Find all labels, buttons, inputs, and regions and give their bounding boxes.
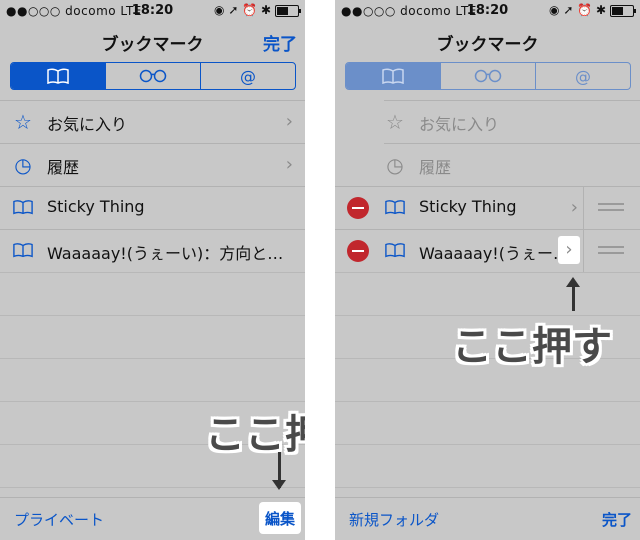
- list-item-label: Waaaaay!(うぇーい)：方向と…: [47, 244, 284, 263]
- bottom-toolbar: 新規フォルダ 完了: [335, 497, 640, 540]
- chevron-right-icon: ›: [285, 111, 293, 132]
- chevron-right-icon[interactable]: ›: [558, 236, 580, 264]
- battery-icon: [275, 5, 301, 17]
- private-button[interactable]: プライベート: [14, 509, 104, 530]
- tab-reading-list[interactable]: [106, 63, 201, 89]
- book-icon: [12, 197, 34, 219]
- bookmark-list: ☆ お気に入り › ◷ 履歴 › Sticky Thing Waaaaay!(う…: [0, 100, 305, 530]
- list-item-bookmark[interactable]: Waaaaay!(うぇーい)：方向と…: [0, 229, 305, 272]
- list-item-history[interactable]: ◷ 履歴 ›: [0, 143, 305, 186]
- glasses-icon: [474, 69, 502, 83]
- list-item-label: Waaaaay!(うぇー…: [419, 244, 569, 263]
- empty-row: [0, 358, 305, 401]
- edit-button-label: 編集: [264, 510, 295, 528]
- bookmark-segment-control: @: [345, 62, 631, 90]
- status-icons: ◉ ➚ ⏰ ✱: [549, 3, 606, 17]
- done-button[interactable]: 完了: [602, 509, 632, 530]
- clock-icon: ◷: [14, 153, 32, 177]
- tab-shared-links[interactable]: @: [536, 63, 630, 89]
- tab-bookmarks[interactable]: [346, 63, 441, 89]
- arrow-up-icon: [566, 277, 580, 311]
- clock-icon: ◷: [386, 153, 404, 177]
- list-item-bookmark-editing: Waaaaay!(うぇー… ›: [335, 229, 640, 272]
- empty-row: [335, 272, 640, 315]
- bookmarks-screen-editing: ●●○○○ docomo LTE 18:20 ◉ ➚ ⏰ ✱ ブックマーク @ …: [335, 0, 640, 540]
- bottom-toolbar: プライベート 編集: [0, 497, 305, 540]
- list-item-favorites: ☆ お気に入り: [384, 100, 640, 143]
- page-title: ブックマーク: [101, 35, 204, 55]
- list-item-favorites[interactable]: ☆ お気に入り ›: [0, 100, 305, 143]
- empty-row: [0, 315, 305, 358]
- bookmark-segment-control: @: [10, 62, 296, 90]
- book-icon: [47, 68, 69, 84]
- reorder-handle[interactable]: [583, 230, 640, 272]
- at-icon: @: [240, 66, 256, 86]
- book-icon: [384, 240, 406, 262]
- chevron-right-icon: ›: [285, 154, 293, 175]
- delete-minus-icon[interactable]: [347, 240, 369, 262]
- bookmarks-screen-normal: ●●○○○ docomo LTE 18:20 ◉ ➚ ⏰ ✱ ブックマーク 完了…: [0, 0, 305, 540]
- empty-row: [335, 444, 640, 487]
- list-item-label: Sticky Thing: [419, 197, 517, 216]
- list-item-bookmark-editing: Sticky Thing ›: [335, 186, 640, 229]
- list-item-label: お気に入り: [47, 115, 128, 134]
- done-button[interactable]: 完了: [263, 30, 297, 55]
- empty-row: [335, 401, 640, 444]
- star-icon: ☆: [14, 110, 32, 134]
- status-bar: ●●○○○ docomo LTE 18:20 ◉ ➚ ⏰ ✱: [0, 0, 305, 22]
- list-item-label: お気に入り: [419, 115, 500, 134]
- list-item-label: 履歴: [47, 158, 80, 177]
- status-bar: ●●○○○ docomo LTE 18:20 ◉ ➚ ⏰ ✱: [335, 0, 640, 22]
- tab-reading-list[interactable]: [441, 63, 536, 89]
- list-item-history: ◷ 履歴: [384, 143, 640, 186]
- chevron-right-icon[interactable]: ›: [571, 197, 578, 218]
- page-title: ブックマーク: [436, 35, 539, 55]
- annotation-label: ここ押す: [205, 412, 305, 458]
- reorder-handle[interactable]: [583, 187, 640, 229]
- at-icon: @: [575, 66, 591, 86]
- list-item-label: Sticky Thing: [47, 197, 145, 216]
- new-folder-button[interactable]: 新規フォルダ: [349, 509, 439, 530]
- book-icon: [12, 240, 34, 262]
- annotation-label: ここ押す: [452, 324, 612, 370]
- delete-minus-icon[interactable]: [347, 197, 369, 219]
- arrow-down-icon: [272, 452, 286, 490]
- tab-bookmarks[interactable]: [11, 63, 106, 89]
- list-item-label: 履歴: [419, 158, 452, 177]
- battery-icon: [610, 5, 636, 17]
- book-icon: [382, 68, 404, 84]
- edit-button[interactable]: 編集: [259, 502, 301, 534]
- list-item-bookmark[interactable]: Sticky Thing: [0, 186, 305, 229]
- star-icon: ☆: [386, 110, 404, 134]
- book-icon: [384, 197, 406, 219]
- tab-shared-links[interactable]: @: [201, 63, 295, 89]
- glasses-icon: [139, 69, 167, 83]
- status-icons: ◉ ➚ ⏰ ✱: [214, 3, 271, 17]
- empty-row: [0, 272, 305, 315]
